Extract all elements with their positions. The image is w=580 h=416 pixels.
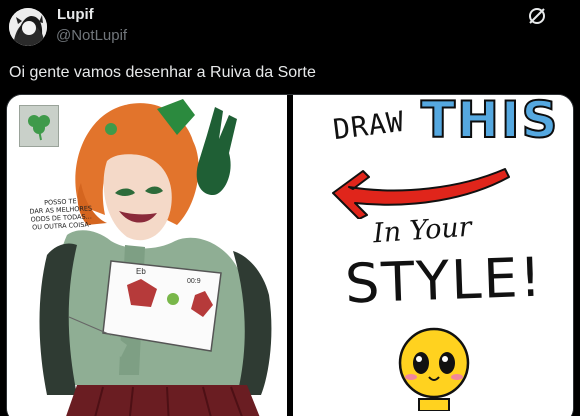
character-illustration xyxy=(39,99,272,416)
media-panel-right: DRAW THIS In Your STYLE! xyxy=(293,94,573,416)
author-display-name[interactable]: Lupif xyxy=(57,6,94,23)
arrow-left-icon xyxy=(332,168,510,219)
media-panel-left: POSSO TE DAR AS MELHORES ODDS DE TODAS..… xyxy=(7,95,287,416)
speech-bubble: POSSO TE DAR AS MELHORES ODDS DE TODAS..… xyxy=(24,196,98,232)
style-text: STYLE! xyxy=(343,245,545,316)
author-handle[interactable]: @NotLupif xyxy=(56,27,127,44)
card-label: Eb xyxy=(136,267,146,276)
more-icon[interactable] xyxy=(526,5,548,27)
draw-text: DRAW xyxy=(331,104,407,147)
tweet-text: Oi gente vamos desenhar a Ruiva da Sorte xyxy=(9,64,316,81)
avatar-icon xyxy=(9,8,47,46)
yellow-mascot-icon xyxy=(398,327,470,411)
this-text: THIS xyxy=(420,94,560,150)
in-your-text: In Your xyxy=(372,211,473,250)
card-label: 00:9 xyxy=(187,278,201,285)
avatar[interactable] xyxy=(9,8,47,46)
media-attachment[interactable]: POSSO TE DAR AS MELHORES ODDS DE TODAS..… xyxy=(6,94,574,416)
